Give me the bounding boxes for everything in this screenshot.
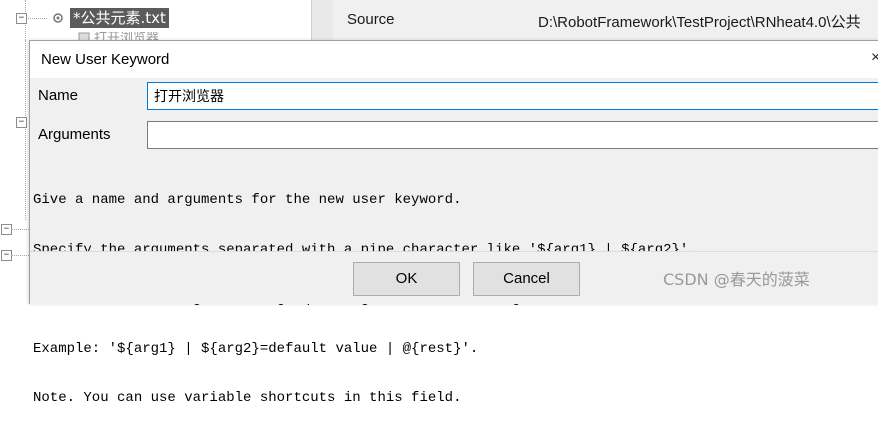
tree-connector <box>25 18 47 19</box>
tree-connector <box>25 40 26 220</box>
collapse-toggle-icon[interactable]: − <box>16 117 27 128</box>
panel-splitter[interactable] <box>311 0 334 40</box>
source-label: Source <box>347 11 395 28</box>
resource-file-icon <box>53 13 63 23</box>
tree-item-keyword[interactable]: 打开浏览器 <box>94 32 164 40</box>
watermark: CSDN @春天的菠菜 <box>663 270 810 289</box>
cancel-button[interactable]: Cancel <box>473 262 580 296</box>
source-path: D:\RobotFramework\TestProject\RNheat4.0\… <box>538 14 861 31</box>
details-panel: Source D:\RobotFramework\TestProject\RNh… <box>333 0 878 40</box>
collapse-toggle-icon[interactable]: − <box>16 13 27 24</box>
tree-connector <box>11 229 29 230</box>
name-label: Name <box>38 87 79 104</box>
help-line: Note. You can use variable shortcuts in … <box>33 390 462 406</box>
arguments-label: Arguments <box>38 126 111 143</box>
ok-button[interactable]: OK <box>353 262 460 296</box>
new-user-keyword-dialog: New User Keyword × Name Arguments Give a… <box>29 40 878 406</box>
dialog-titlebar[interactable]: New User Keyword × <box>30 41 878 78</box>
tree-connector <box>11 255 29 256</box>
tree-item-selected-file[interactable]: *公共元素.txt <box>70 8 169 28</box>
close-icon[interactable]: × <box>871 49 878 67</box>
help-line: Example: '${arg1} | ${arg2}=default valu… <box>33 340 479 357</box>
name-input[interactable] <box>147 82 878 110</box>
arguments-input[interactable] <box>147 121 878 149</box>
help-line: Give a name and arguments for the new us… <box>33 192 462 208</box>
dialog-title: New User Keyword <box>41 51 170 68</box>
